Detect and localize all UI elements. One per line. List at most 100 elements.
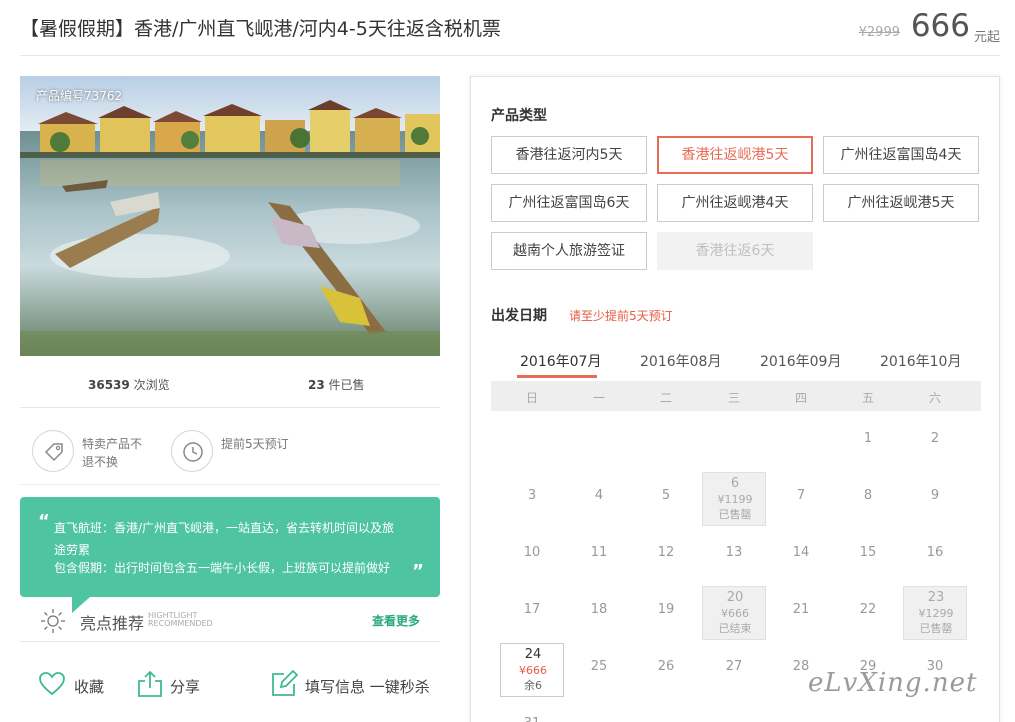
calendar-day: 3 <box>500 472 564 526</box>
day-status: 余6 <box>524 679 542 692</box>
day-number: 31 <box>500 716 564 722</box>
calendar-day: 8 <box>836 472 900 526</box>
weekday-label: 四 <box>794 391 807 405</box>
share-icon <box>138 670 162 697</box>
product-option-3[interactable]: 广州往返富国岛4天 <box>823 136 979 174</box>
sold-stat: 23 件已售 <box>308 376 365 393</box>
clock-icon <box>171 430 213 472</box>
day-status: 已结束 <box>718 622 752 635</box>
calendar-day: 17 <box>500 586 564 640</box>
calendar-day: 2 <box>903 415 967 469</box>
day-number: 25 <box>590 659 608 674</box>
current-price: 666 <box>910 8 970 44</box>
feature-no-refund: 特卖产品不退不换 <box>32 430 172 476</box>
calendar-day: 10 <box>500 529 564 583</box>
day-number: 24 <box>524 647 542 662</box>
product-option-6[interactable]: 广州往返岘港5天 <box>823 184 979 222</box>
calendar-day: 23 ¥1299 已售罄 <box>903 586 967 640</box>
day-number: 27 <box>725 659 743 674</box>
weekday-header: 日一二三四五六 <box>491 381 981 411</box>
favorite-button[interactable]: 收藏 <box>38 670 108 704</box>
calendar-day: 15 <box>836 529 900 583</box>
weekday-label: 日 <box>525 391 538 405</box>
day-number: 13 <box>725 545 743 560</box>
calendar-day: 26 <box>634 643 698 697</box>
watermark-text: eLvXing.net <box>808 668 978 698</box>
day-number: 10 <box>523 545 541 560</box>
tag-icon <box>32 430 74 472</box>
day-price: ¥666 <box>519 664 547 677</box>
share-label: 分享 <box>170 678 201 696</box>
day-number: 3 <box>527 488 537 503</box>
product-code: 产品编号73762 <box>36 89 123 103</box>
highlight-header: 亮点推荐 HIGHTLIGHT RECOMMENDED 查看更多 <box>20 602 440 642</box>
day-status: 已售罄 <box>919 622 953 635</box>
calendar-day: 21 <box>769 586 833 640</box>
product-option-2[interactable]: 香港往返岘港5天 <box>657 136 813 174</box>
day-number: 26 <box>657 659 675 674</box>
fill-info-label: 填写信息 一键秒杀 <box>305 678 430 696</box>
price-unit: 元起 <box>973 30 1000 45</box>
product-photo: 产品编号73762 <box>20 76 440 356</box>
calendar-day: 6 ¥1199 已售罄 <box>702 472 766 526</box>
product-option-4[interactable]: 广州往返富国岛6天 <box>491 184 647 222</box>
sold-label: 件已售 <box>328 378 365 392</box>
sun-icon <box>41 609 65 633</box>
calendar-day: 20 ¥666 已结束 <box>702 586 766 640</box>
day-number: 18 <box>590 602 608 617</box>
weekday-label: 五 <box>861 391 874 405</box>
calendar-day: 31 <box>500 700 564 722</box>
day-number: 11 <box>590 545 608 560</box>
day-number: 17 <box>523 602 541 617</box>
calendar-day: 5 <box>634 472 698 526</box>
calendar-day[interactable]: 24 ¥666 余6 <box>500 643 564 697</box>
calendar-day: 27 <box>702 643 766 697</box>
month-tab-oct[interactable]: 2016年10月 <box>880 351 961 371</box>
views-count: 36539 <box>88 378 130 392</box>
product-option-7[interactable]: 越南个人旅游签证 <box>491 232 647 270</box>
share-button[interactable]: 分享 <box>136 670 206 704</box>
divider <box>20 484 440 485</box>
day-status: 已售罄 <box>718 508 752 521</box>
see-more-link[interactable]: 查看更多 <box>372 612 420 629</box>
day-number: 16 <box>926 545 944 560</box>
sold-count: 23 <box>308 378 325 392</box>
day-price: ¥1299 <box>918 607 954 620</box>
heart-icon <box>39 672 65 696</box>
day-number: 4 <box>594 488 604 503</box>
day-number: 12 <box>657 545 675 560</box>
views-label: 次浏览 <box>133 378 170 392</box>
stats-bar: 36539 次浏览 23 件已售 <box>20 356 440 408</box>
highlight-bubble: “ 直飞航班：香港/广州直飞岘港，一站直达，省去转机时间以及旅途劳累 包含假期：… <box>20 497 440 613</box>
highlight-line-1: 直飞航班：香港/广州直飞岘港，一站直达，省去转机时间以及旅途劳累 <box>54 521 395 557</box>
calendar-day: 13 <box>702 529 766 583</box>
day-number: 20 <box>726 590 744 605</box>
day-number: 2 <box>930 431 940 446</box>
day-price: ¥1199 <box>717 493 753 506</box>
product-option-1[interactable]: 香港往返河内5天 <box>491 136 647 174</box>
product-type-title: 产品类型 <box>491 108 547 124</box>
open-quote-icon: “ <box>38 511 50 532</box>
month-tab-sep[interactable]: 2016年09月 <box>760 351 841 371</box>
day-number: 8 <box>863 488 873 503</box>
day-price: ¥666 <box>721 607 749 620</box>
weekday-label: 三 <box>727 391 740 405</box>
feature-advance-booking: 提前5天预订 <box>171 430 311 476</box>
calendar-day: 9 <box>903 472 967 526</box>
close-quote-icon: ” <box>412 561 424 582</box>
calendar-day: 19 <box>634 586 698 640</box>
day-number: 1 <box>863 431 873 446</box>
day-number: 15 <box>859 545 877 560</box>
booking-panel: 产品类型 香港往返河内5天 香港往返岘港5天 广州往返富国岛4天 广州往返富国岛… <box>470 76 1000 722</box>
product-page: 【暑假假期】香港/广州直飞岘港/河内4-5天往返含税机票 ¥2999 666 元… <box>0 0 1015 722</box>
weekday-label: 二 <box>659 391 672 405</box>
calendar-day: 7 <box>769 472 833 526</box>
product-option-5[interactable]: 广州往返岘港4天 <box>657 184 813 222</box>
fill-info-button[interactable]: 填写信息 一键秒杀 <box>270 670 430 704</box>
highlight-line-2: 包含假期：出行时间包含五一端午小长假，上班族可以提前做好 <box>54 561 391 575</box>
day-number: 14 <box>792 545 810 560</box>
month-tab-jul[interactable]: 2016年07月 <box>520 351 601 371</box>
month-tab-aug[interactable]: 2016年08月 <box>640 351 721 371</box>
feature-text: 提前5天预订 <box>221 437 289 451</box>
views-stat: 36539 次浏览 <box>88 376 170 393</box>
